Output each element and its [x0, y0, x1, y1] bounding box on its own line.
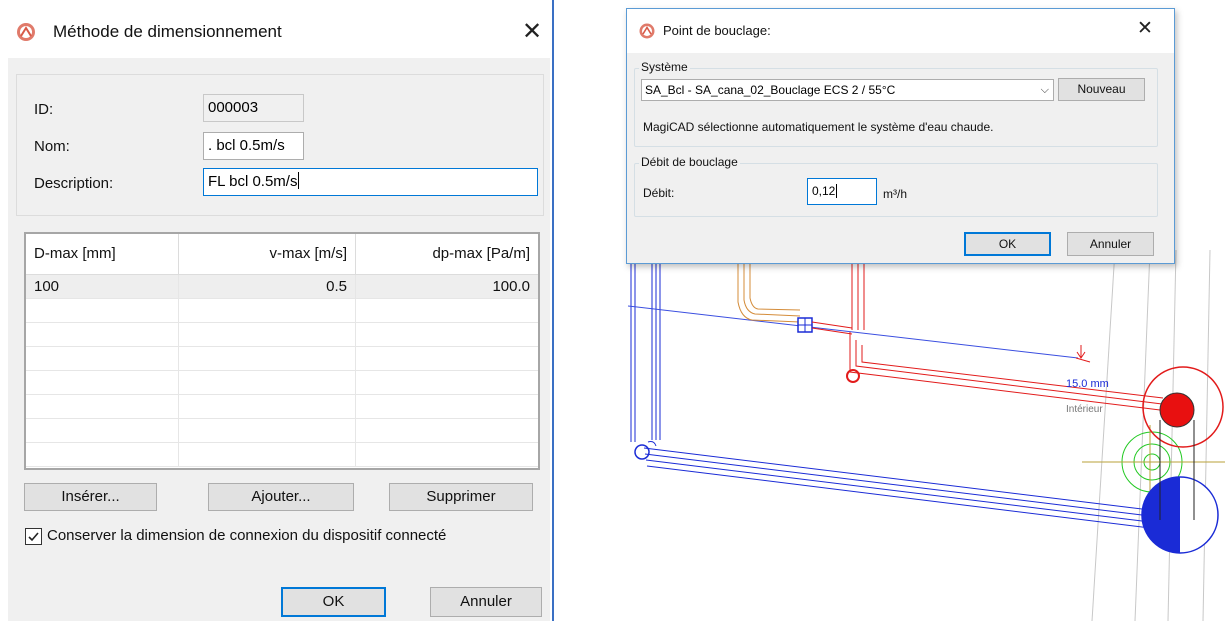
table-row-empty[interactable] — [26, 419, 538, 443]
fitting-icon[interactable] — [846, 369, 860, 383]
insert-button[interactable]: Insérer... — [24, 483, 157, 511]
table-row-empty[interactable] — [26, 371, 538, 395]
name-field[interactable]: . bcl 0.5m/s — [203, 132, 304, 160]
faucet-icon[interactable] — [1075, 345, 1091, 363]
text-caret — [298, 172, 300, 189]
name-label: Nom: — [34, 138, 70, 155]
dimension-label[interactable]: 15.0 mm — [1066, 378, 1109, 390]
close-icon[interactable]: ✕ — [1135, 19, 1155, 39]
magicad-logo-icon — [17, 23, 35, 41]
description-label: Description: — [34, 175, 114, 192]
cancel-button[interactable]: Annuler — [1067, 232, 1154, 256]
delete-button[interactable]: Supprimer — [389, 483, 533, 511]
dialog-title: Méthode de dimensionnement — [53, 22, 282, 41]
location-label[interactable]: Intérieur — [1066, 404, 1103, 415]
close-icon[interactable]: ✕ — [520, 20, 544, 44]
table-row-empty[interactable] — [26, 299, 538, 323]
sizing-table[interactable]: D-max [mm] v-max [m/s] dp-max [Pa/m] 100… — [24, 232, 540, 470]
cell-dmax[interactable]: 100 — [26, 275, 179, 299]
ok-button[interactable]: OK — [964, 232, 1051, 256]
system-select[interactable]: SA_Bcl - SA_cana_02_Bouclage ECS 2 / 55°… — [641, 79, 1054, 101]
chevron-down-icon[interactable]: ⌵ — [1041, 80, 1049, 100]
window-border — [552, 0, 554, 621]
flow-input[interactable]: 0,12 — [807, 178, 877, 205]
table-row[interactable]: 100 0.5 100.0 — [26, 275, 538, 299]
cell-dpmax[interactable]: 100.0 — [356, 275, 538, 299]
cancel-button[interactable]: Annuler — [430, 587, 542, 617]
system-group-label: Système — [639, 60, 690, 74]
keep-connection-checkbox[interactable] — [25, 528, 42, 545]
dialog-titlebar: Point de bouclage: ✕ — [627, 9, 1174, 53]
ok-button[interactable]: OK — [281, 587, 386, 617]
description-text: FL bcl 0.5m/s — [208, 173, 298, 190]
flow-label: Débit: — [643, 186, 675, 200]
magicad-logo-icon — [639, 23, 655, 39]
checkmark-icon — [28, 532, 39, 542]
flow-group-label: Débit de bouclage — [639, 155, 740, 169]
dialog-titlebar: Méthode de dimensionnement ✕ — [0, 0, 556, 58]
column-header-vmax[interactable]: v-max [m/s] — [179, 234, 356, 274]
table-row-empty[interactable] — [26, 395, 538, 419]
loop-point-dialog: Point de bouclage: ✕ Système SA_Bcl - SA… — [626, 8, 1175, 264]
column-header-dmax[interactable]: D-max [mm] — [26, 234, 179, 274]
table-row-empty[interactable] — [26, 323, 538, 347]
keep-connection-label[interactable]: Conserver la dimension de connexion du d… — [47, 527, 446, 544]
flow-unit: m³/h — [883, 187, 907, 201]
id-field: 000003 — [203, 94, 304, 122]
table-row-empty[interactable] — [26, 347, 538, 371]
dialog-title: Point de bouclage: — [663, 23, 771, 38]
cell-vmax[interactable]: 0.5 — [179, 275, 356, 299]
system-info-text: MagiCAD sélectionne automatiquement le s… — [643, 120, 994, 134]
id-label: ID: — [34, 101, 54, 118]
sizing-method-dialog: Méthode de dimensionnement ✕ ID: 000003 … — [0, 0, 556, 621]
cad-drawing-canvas[interactable]: 15.0 mm Intérieur — [580, 250, 1225, 621]
add-button[interactable]: Ajouter... — [208, 483, 354, 511]
system-select-value: SA_Bcl - SA_cana_02_Bouclage ECS 2 / 55°… — [645, 83, 896, 97]
flow-input-text: 0,12 — [812, 184, 836, 198]
description-field[interactable]: FL bcl 0.5m/s — [203, 168, 538, 196]
new-system-button[interactable]: Nouveau — [1058, 78, 1145, 101]
text-caret — [836, 184, 838, 198]
table-row-empty[interactable] — [26, 443, 538, 468]
column-header-dpmax[interactable]: dp-max [Pa/m] — [356, 234, 538, 274]
table-header: D-max [mm] v-max [m/s] dp-max [Pa/m] — [26, 234, 538, 275]
